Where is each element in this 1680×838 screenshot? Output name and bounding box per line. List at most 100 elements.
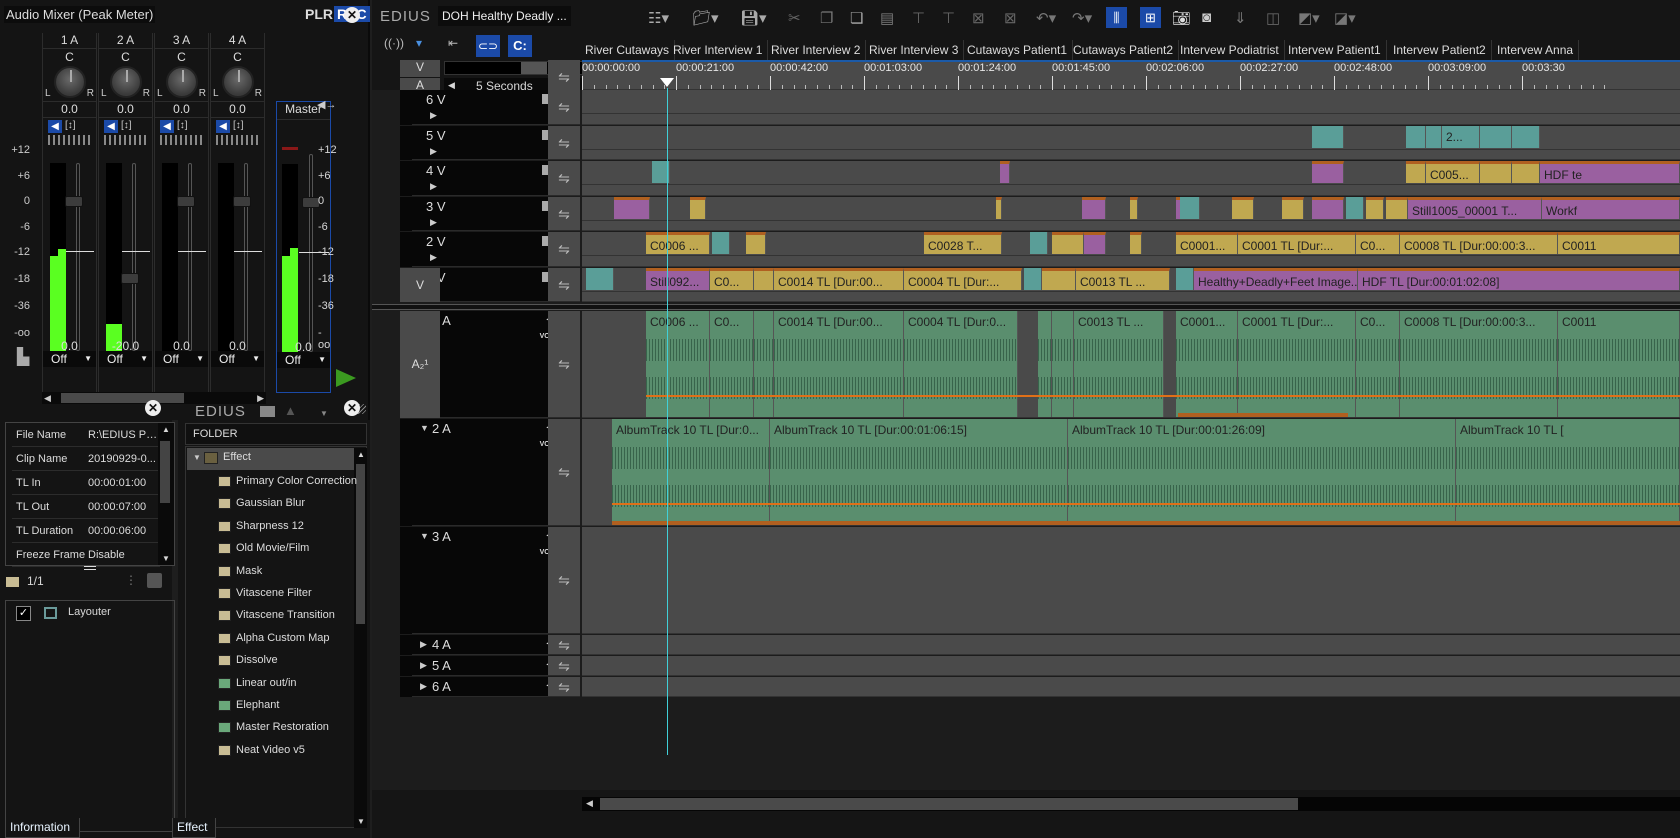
swap-icon[interactable]: ⇋ <box>548 267 580 302</box>
video-toggle[interactable]: V <box>400 60 440 77</box>
clip[interactable] <box>1176 267 1194 290</box>
layouter-checkbox[interactable]: ✓ <box>16 606 31 621</box>
video-patch[interactable]: V <box>400 267 440 302</box>
track-header[interactable]: ▶6 A◀ <box>412 677 560 697</box>
play-icon[interactable] <box>336 369 356 387</box>
clip[interactable]: HDF TL [Dur:00:01:02:08] <box>1358 267 1680 290</box>
link-icon[interactable]: [↕] <box>65 120 76 131</box>
plr-button[interactable]: PLR <box>305 6 333 22</box>
scroll-thumb[interactable] <box>160 441 170 503</box>
clip[interactable]: C0011 <box>1558 232 1680 254</box>
automation-mode-select[interactable]: Off <box>211 351 264 367</box>
scroll-thumb[interactable] <box>356 464 365 624</box>
swap-icon[interactable]: ⇋ <box>548 677 580 697</box>
scroll-up-icon[interactable]: ▲ <box>162 425 170 434</box>
expand-icon[interactable]: ▼ <box>193 453 201 462</box>
sync-icon[interactable]: ((·)) <box>384 36 404 50</box>
timeline-scrollbar[interactable]: ◀ <box>582 797 1680 811</box>
clip[interactable]: C0... <box>1356 232 1400 254</box>
sequence-tab[interactable]: River Interview 1 <box>668 40 769 60</box>
audio-clip[interactable] <box>1038 311 1052 417</box>
fader-track[interactable] <box>76 163 80 351</box>
effect-item[interactable]: Master Restoration <box>218 721 329 734</box>
audio-clip[interactable]: C0011 <box>1558 311 1680 417</box>
clip[interactable] <box>1480 125 1512 148</box>
clip[interactable]: C0001... <box>1176 232 1238 254</box>
sequence-tab[interactable]: River Interview 2 <box>766 40 867 60</box>
sequence-tab[interactable]: Intervew Patient1 <box>1283 40 1387 60</box>
volume-rubber-band[interactable] <box>612 503 1680 505</box>
clip[interactable] <box>754 267 774 290</box>
clip[interactable] <box>1512 161 1540 183</box>
volume-rubber-band[interactable] <box>646 395 1680 397</box>
effect-item[interactable]: Vitascene Transition <box>218 609 335 622</box>
clip[interactable]: Healthy+Deadly+Feet Image... <box>1194 267 1358 290</box>
master-mode-select[interactable]: Off <box>277 352 330 368</box>
splitter-handle[interactable] <box>84 566 96 570</box>
scroll-down-icon[interactable]: ▼ <box>357 817 365 826</box>
track-header[interactable]: ▼3 A◀VOL <box>412 527 560 634</box>
swap-icon[interactable]: ⇋ <box>548 161 580 196</box>
effect-item[interactable]: Neat Video v5 <box>218 744 305 756</box>
audio-clip[interactable]: C0013 TL ... <box>1074 311 1164 417</box>
link-mode-icon[interactable]: ⊂⊃ <box>476 35 500 57</box>
scroll-thumb[interactable] <box>600 798 1298 810</box>
fader-handle[interactable] <box>233 196 251 207</box>
menu-icon[interactable]: ⋮ <box>125 573 137 587</box>
automation-mode-select[interactable]: Off <box>155 351 208 367</box>
link-icon[interactable]: [↕] <box>177 120 188 131</box>
clip[interactable] <box>614 196 650 219</box>
clip[interactable] <box>1180 196 1200 219</box>
scroll-right-icon[interactable]: ▶ <box>257 393 264 404</box>
sequence-tab[interactable]: Intervew Podiatrist <box>1175 40 1285 60</box>
sequence-tab[interactable]: Intervew Patient2 <box>1388 40 1492 60</box>
clip[interactable] <box>1130 232 1142 254</box>
audio-clip[interactable]: C0004 TL [Dur:0... <box>904 311 1018 417</box>
zoom-slider-thumb[interactable] <box>521 62 547 74</box>
automation-mode-select[interactable]: Off <box>43 351 96 367</box>
playhead-handle[interactable] <box>660 78 674 87</box>
track-header[interactable]: 2 V ▶ <box>412 232 560 267</box>
fader-track[interactable] <box>132 163 136 351</box>
clip[interactable] <box>1232 196 1254 219</box>
track-lane[interactable]: Still092... C0... C0014 TL [Dur:00... C0004… <box>582 267 1680 302</box>
audio-clip[interactable]: AlbumTrack 10 TL [Dur:00:01:06:15] <box>770 419 1068 525</box>
clip[interactable]: Still1005_00001 T... <box>1408 196 1542 219</box>
swap-icon[interactable]: ⇋ <box>548 656 580 676</box>
swap-icon[interactable]: ⇋ <box>548 125 580 160</box>
expand-icon[interactable]: ▶ <box>430 146 437 157</box>
clip[interactable]: C0008 TL [Dur:00:00:3... <box>1400 232 1558 254</box>
expand-icon[interactable]: ▶ <box>420 660 427 671</box>
swap-icon[interactable]: ⇋ <box>548 419 580 526</box>
pan-knob[interactable] <box>166 66 198 98</box>
expand-icon[interactable]: ▶ <box>420 681 427 692</box>
effect-item[interactable]: Primary Color Correction <box>218 475 357 487</box>
clip[interactable]: C0013 TL ... <box>1076 267 1170 290</box>
track-lane[interactable] <box>582 635 1680 655</box>
effect-item[interactable]: Vitascene Filter <box>218 587 312 599</box>
audio-clip[interactable]: C0... <box>710 311 754 417</box>
track-lane[interactable]: Still1005_00001 T... Workf <box>582 196 1680 231</box>
track-lane[interactable]: C0006 ... C0028 T... C0001... C0001 TL [Dur… <box>582 232 1680 267</box>
swap-icon[interactable]: ⇋ <box>548 635 580 655</box>
scroll-up-icon[interactable]: ▲ <box>357 450 365 459</box>
track-header[interactable]: ▼2 A◀VOL <box>412 419 560 526</box>
ripple-icon[interactable]: ▾ <box>416 36 422 50</box>
audio-clip[interactable]: C0008 TL [Dur:00:00:3... <box>1400 311 1558 417</box>
clip[interactable] <box>996 196 1002 219</box>
info-scrollbar[interactable]: ▲ ▼ <box>158 423 174 565</box>
pan-knob[interactable] <box>110 66 142 98</box>
clip[interactable] <box>1406 161 1426 183</box>
clip[interactable] <box>1082 196 1106 219</box>
clip[interactable]: C0001 TL [Dur:... <box>1238 232 1356 254</box>
sequence-tab[interactable]: Cutaways Patient1 <box>962 40 1074 60</box>
clip[interactable]: HDF te <box>1540 161 1680 183</box>
time-ruler[interactable]: 00:00:00:00 00:00:21:00 00:00:42:00 00:01:0… <box>582 62 1680 90</box>
track-header[interactable]: 4 V ▶ <box>412 161 560 196</box>
speaker-icon[interactable]: ◀ <box>216 120 230 133</box>
clip[interactable] <box>1282 196 1304 219</box>
tab-effect[interactable]: Effect <box>172 818 216 838</box>
audio-clip[interactable]: C0001 TL [Dur:... <box>1238 311 1356 417</box>
clip[interactable] <box>1024 267 1042 290</box>
audio-clip[interactable]: AlbumTrack 10 TL [Dur:0... <box>612 419 770 525</box>
